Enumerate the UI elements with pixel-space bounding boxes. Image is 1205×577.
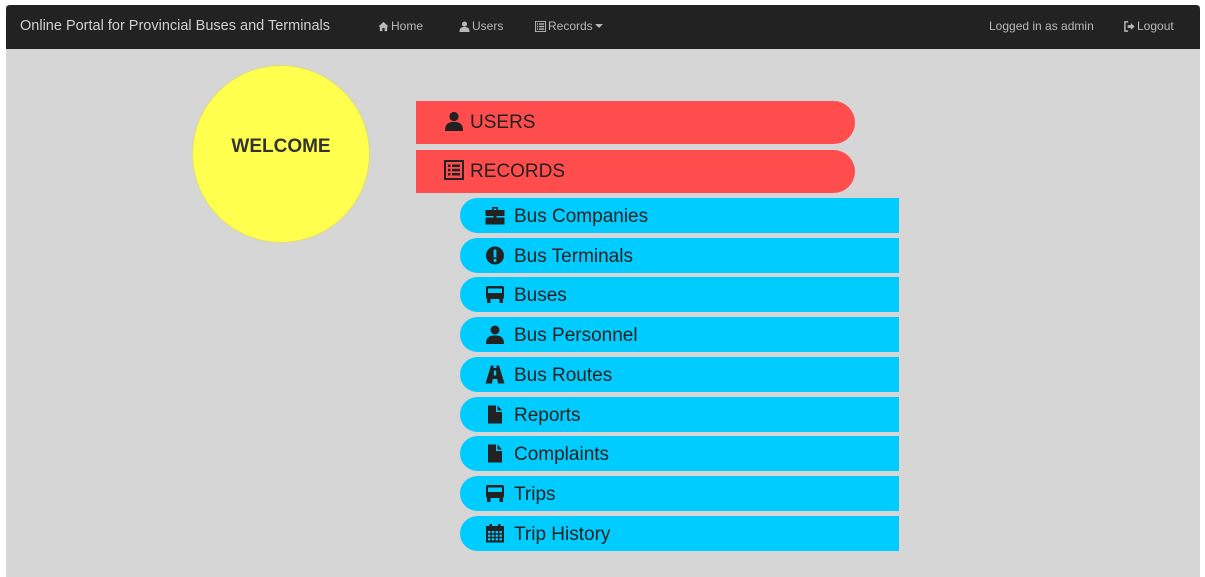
user-icon — [459, 21, 470, 32]
complaints-label: Complaints — [514, 444, 610, 465]
log-out-icon — [1124, 21, 1135, 32]
road-icon — [485, 365, 505, 384]
bus-routes-label: Bus Routes — [514, 365, 613, 386]
bus-icon — [486, 286, 504, 303]
welcome-circle: WELCOME — [193, 66, 369, 242]
bus-personnel-label: Bus Personnel — [514, 325, 638, 346]
exclamation-sign-icon — [486, 246, 504, 265]
records-button[interactable]: RECORDS — [416, 150, 855, 193]
brand-title[interactable]: Online Portal for Provincial Buses and T… — [20, 5, 330, 47]
briefcase-icon — [485, 207, 505, 225]
welcome-text: WELCOME — [231, 136, 331, 157]
nav-logout-label: Logout — [1137, 19, 1174, 33]
navbar: Online Portal for Provincial Buses and T… — [6, 5, 1200, 49]
bus-companies-button[interactable]: Bus Companies — [460, 198, 899, 233]
nav-records-label: Records — [548, 19, 593, 33]
file-icon — [488, 444, 502, 463]
complaints-button[interactable]: Complaints — [460, 436, 899, 471]
trip-history-button[interactable]: Trip History — [460, 516, 899, 551]
nav-logout[interactable]: Logout — [1124, 5, 1174, 47]
buses-button[interactable]: Buses — [460, 277, 899, 312]
page-frame: Online Portal for Provincial Buses and T… — [6, 5, 1200, 577]
list-alt-icon — [444, 160, 464, 180]
trips-label: Trips — [514, 484, 556, 505]
caret-down-icon — [594, 24, 603, 28]
nav-home-label: Home — [391, 19, 424, 33]
nav-home[interactable]: Home — [378, 5, 423, 47]
bus-terminals-label: Bus Terminals — [514, 246, 633, 267]
bus-companies-label: Bus Companies — [514, 206, 649, 227]
bus-routes-button[interactable]: Bus Routes — [460, 357, 899, 392]
bus-personnel-button[interactable]: Bus Personnel — [460, 317, 899, 352]
buses-label: Buses — [514, 285, 567, 306]
bus-icon — [486, 485, 504, 502]
reports-button[interactable]: Reports — [460, 397, 899, 432]
user-icon — [445, 111, 463, 131]
logged-in-text: Logged in as admin — [989, 19, 1094, 33]
bus-terminals-button[interactable]: Bus Terminals — [460, 238, 899, 273]
users-button-label: USERS — [470, 112, 536, 133]
nav-users[interactable]: Users — [459, 5, 503, 47]
file-icon — [488, 405, 502, 424]
reports-label: Reports — [514, 405, 581, 426]
user-icon — [486, 325, 504, 344]
users-button[interactable]: USERS — [416, 101, 855, 144]
nav-users-label: Users — [472, 19, 504, 33]
home-icon — [378, 21, 389, 32]
trips-button[interactable]: Trips — [460, 476, 899, 511]
calendar-icon — [486, 524, 504, 543]
list-alt-icon — [535, 21, 546, 32]
records-button-label: RECORDS — [470, 161, 566, 182]
trip-history-label: Trip History — [514, 524, 611, 545]
nav-records-dropdown[interactable]: Records — [535, 5, 603, 47]
